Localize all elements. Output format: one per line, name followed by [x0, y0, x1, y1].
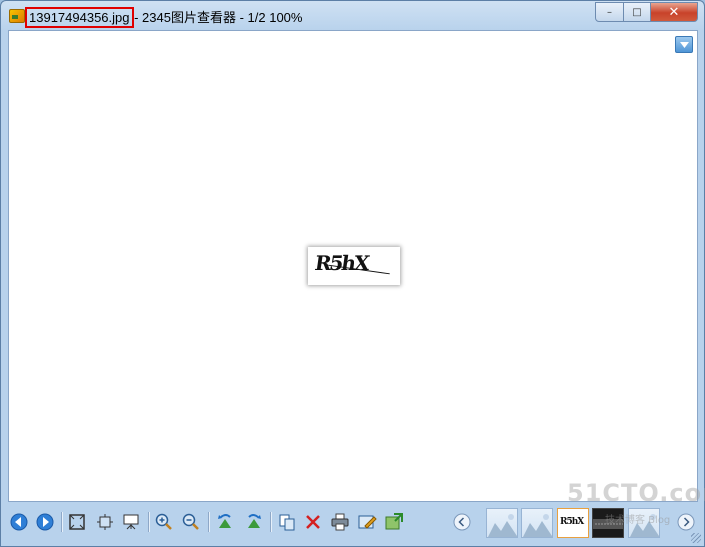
- edit-button[interactable]: [356, 511, 378, 533]
- zoom-out-button[interactable]: [180, 511, 202, 533]
- thumbnail-scroll-left-button[interactable]: [452, 512, 472, 532]
- scroll-left-icon: [453, 513, 471, 531]
- title-bar[interactable]: 13917494356.jpg - 2345图片查看器 - 1/2 100% –…: [1, 1, 704, 29]
- app-icon: [9, 9, 25, 23]
- maximize-icon: □: [632, 6, 642, 18]
- minimize-icon: –: [607, 6, 612, 18]
- actual-size-icon: [97, 514, 113, 530]
- title-rest: - 2345图片查看器 - 1/2 100%: [130, 10, 303, 25]
- image-placeholder-icon: [523, 514, 552, 537]
- fit-window-icon: [69, 514, 85, 530]
- window-title: 13917494356.jpg - 2345图片查看器 - 1/2 100%: [25, 7, 303, 28]
- previous-button[interactable]: [8, 511, 30, 533]
- next-icon: [36, 513, 54, 531]
- bottom-toolbar: R5hX: [8, 504, 698, 542]
- thumbnail-item[interactable]: [521, 508, 553, 538]
- close-icon: ✕: [668, 4, 680, 20]
- copy-button[interactable]: [276, 511, 298, 533]
- previous-icon: [10, 513, 28, 531]
- chevron-down-icon: [679, 41, 689, 48]
- toolbar-separator: [61, 512, 63, 532]
- resize-grip[interactable]: [691, 533, 701, 543]
- maximize-button[interactable]: □: [624, 2, 651, 22]
- watermark-subtitle: 技术博客 Blog: [605, 515, 671, 526]
- slideshow-icon: [123, 514, 139, 530]
- minimize-button[interactable]: –: [595, 2, 624, 22]
- thumbnail-item[interactable]: [486, 508, 518, 538]
- actual-size-button[interactable]: [94, 511, 116, 533]
- thumbnail-captcha-text: R5hX: [560, 517, 584, 527]
- zoom-out-icon: [182, 513, 199, 530]
- zoom-in-button[interactable]: [153, 511, 175, 533]
- print-button[interactable]: [329, 511, 351, 533]
- wallpaper-button[interactable]: [383, 511, 405, 533]
- edit-icon: [358, 515, 377, 529]
- print-icon: [331, 513, 349, 531]
- toolbar-separator: [208, 512, 210, 532]
- delete-button[interactable]: [302, 511, 324, 533]
- thumbnail-item-active[interactable]: R5hX: [557, 508, 589, 538]
- window-controls: – □ ✕: [595, 2, 698, 22]
- captcha-text: R5hX: [313, 251, 370, 275]
- next-button[interactable]: [34, 511, 56, 533]
- title-filename: 13917494356.jpg: [25, 7, 134, 28]
- scroll-right-icon: [677, 513, 695, 531]
- rotate-right-button[interactable]: [242, 511, 264, 533]
- options-dropdown-button[interactable]: [675, 36, 693, 53]
- slideshow-button[interactable]: [120, 511, 142, 533]
- rotate-left-button[interactable]: [215, 511, 237, 533]
- zoom-in-icon: [155, 513, 172, 530]
- toolbar-separator: [270, 512, 272, 532]
- displayed-image[interactable]: R5hX: [308, 247, 400, 285]
- wallpaper-icon: [385, 513, 403, 530]
- rotate-left-icon: [218, 514, 231, 528]
- close-button[interactable]: ✕: [651, 2, 698, 22]
- image-viewer-window: 13917494356.jpg - 2345图片查看器 - 1/2 100% –…: [0, 0, 705, 547]
- copy-icon: [279, 514, 295, 531]
- thumbnail-scroll-right-button[interactable]: [676, 512, 696, 532]
- toolbar-separator: [148, 512, 150, 532]
- rotate-right-icon: [248, 514, 261, 528]
- image-placeholder-icon: [488, 514, 517, 537]
- delete-icon: [306, 515, 320, 529]
- image-canvas[interactable]: R5hX: [8, 30, 698, 502]
- watermark-logo: 51CTO.com: [567, 479, 705, 507]
- fit-window-button[interactable]: [66, 511, 88, 533]
